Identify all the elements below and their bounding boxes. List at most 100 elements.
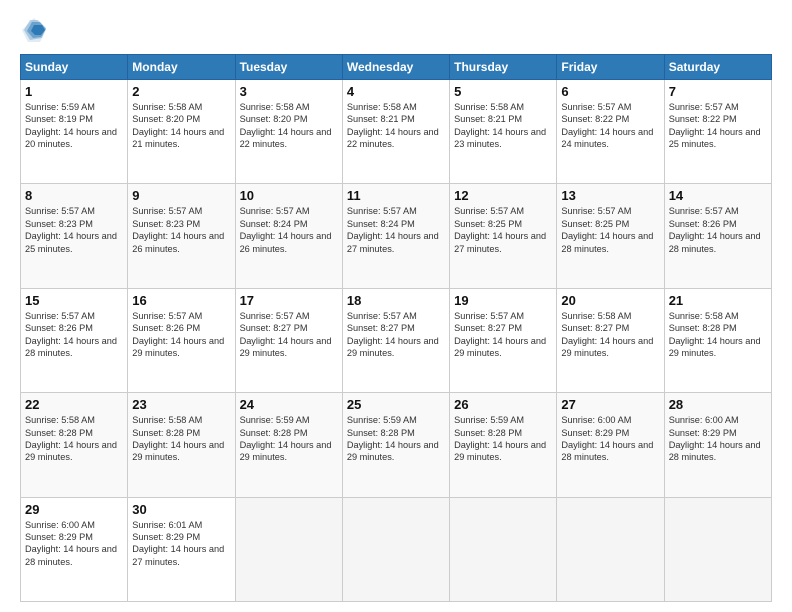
day-info: Sunrise: 5:57 AM Sunset: 8:27 PM Dayligh… bbox=[347, 310, 445, 360]
calendar-day-cell: 12 Sunrise: 5:57 AM Sunset: 8:25 PM Dayl… bbox=[450, 184, 557, 288]
calendar-day-cell: 29 Sunrise: 6:00 AM Sunset: 8:29 PM Dayl… bbox=[21, 497, 128, 601]
calendar-day-cell: 18 Sunrise: 5:57 AM Sunset: 8:27 PM Dayl… bbox=[342, 288, 449, 392]
calendar-day-cell: 6 Sunrise: 5:57 AM Sunset: 8:22 PM Dayli… bbox=[557, 80, 664, 184]
calendar-day-cell: 3 Sunrise: 5:58 AM Sunset: 8:20 PM Dayli… bbox=[235, 80, 342, 184]
calendar-week-row: 15 Sunrise: 5:57 AM Sunset: 8:26 PM Dayl… bbox=[21, 288, 772, 392]
calendar-day-cell bbox=[664, 497, 771, 601]
day-number: 20 bbox=[561, 293, 659, 308]
weekday-header: Wednesday bbox=[342, 55, 449, 80]
day-number: 11 bbox=[347, 188, 445, 203]
day-number: 2 bbox=[132, 84, 230, 99]
calendar-day-cell: 22 Sunrise: 5:58 AM Sunset: 8:28 PM Dayl… bbox=[21, 393, 128, 497]
calendar-day-cell: 10 Sunrise: 5:57 AM Sunset: 8:24 PM Dayl… bbox=[235, 184, 342, 288]
day-number: 17 bbox=[240, 293, 338, 308]
day-number: 9 bbox=[132, 188, 230, 203]
day-number: 1 bbox=[25, 84, 123, 99]
logo bbox=[20, 16, 52, 44]
day-number: 12 bbox=[454, 188, 552, 203]
calendar-day-cell bbox=[450, 497, 557, 601]
day-info: Sunrise: 5:58 AM Sunset: 8:20 PM Dayligh… bbox=[132, 101, 230, 151]
day-info: Sunrise: 5:58 AM Sunset: 8:21 PM Dayligh… bbox=[347, 101, 445, 151]
day-info: Sunrise: 5:57 AM Sunset: 8:23 PM Dayligh… bbox=[132, 205, 230, 255]
weekday-header: Saturday bbox=[664, 55, 771, 80]
header bbox=[20, 16, 772, 44]
calendar-day-cell: 19 Sunrise: 5:57 AM Sunset: 8:27 PM Dayl… bbox=[450, 288, 557, 392]
calendar-day-cell: 7 Sunrise: 5:57 AM Sunset: 8:22 PM Dayli… bbox=[664, 80, 771, 184]
day-info: Sunrise: 5:57 AM Sunset: 8:22 PM Dayligh… bbox=[669, 101, 767, 151]
day-number: 26 bbox=[454, 397, 552, 412]
day-info: Sunrise: 5:57 AM Sunset: 8:22 PM Dayligh… bbox=[561, 101, 659, 151]
day-number: 3 bbox=[240, 84, 338, 99]
day-number: 16 bbox=[132, 293, 230, 308]
day-number: 27 bbox=[561, 397, 659, 412]
calendar-day-cell bbox=[342, 497, 449, 601]
calendar-day-cell: 14 Sunrise: 5:57 AM Sunset: 8:26 PM Dayl… bbox=[664, 184, 771, 288]
day-info: Sunrise: 6:00 AM Sunset: 8:29 PM Dayligh… bbox=[25, 519, 123, 569]
calendar-day-cell: 17 Sunrise: 5:57 AM Sunset: 8:27 PM Dayl… bbox=[235, 288, 342, 392]
day-number: 5 bbox=[454, 84, 552, 99]
day-number: 22 bbox=[25, 397, 123, 412]
weekday-header: Tuesday bbox=[235, 55, 342, 80]
day-info: Sunrise: 5:59 AM Sunset: 8:28 PM Dayligh… bbox=[454, 414, 552, 464]
day-info: Sunrise: 5:58 AM Sunset: 8:28 PM Dayligh… bbox=[25, 414, 123, 464]
day-number: 6 bbox=[561, 84, 659, 99]
day-info: Sunrise: 6:01 AM Sunset: 8:29 PM Dayligh… bbox=[132, 519, 230, 569]
day-number: 29 bbox=[25, 502, 123, 517]
day-number: 7 bbox=[669, 84, 767, 99]
day-info: Sunrise: 6:00 AM Sunset: 8:29 PM Dayligh… bbox=[561, 414, 659, 464]
day-number: 25 bbox=[347, 397, 445, 412]
day-number: 21 bbox=[669, 293, 767, 308]
day-info: Sunrise: 6:00 AM Sunset: 8:29 PM Dayligh… bbox=[669, 414, 767, 464]
day-info: Sunrise: 5:57 AM Sunset: 8:23 PM Dayligh… bbox=[25, 205, 123, 255]
calendar-day-cell bbox=[557, 497, 664, 601]
calendar-day-cell: 13 Sunrise: 5:57 AM Sunset: 8:25 PM Dayl… bbox=[557, 184, 664, 288]
calendar-day-cell: 9 Sunrise: 5:57 AM Sunset: 8:23 PM Dayli… bbox=[128, 184, 235, 288]
calendar-week-row: 1 Sunrise: 5:59 AM Sunset: 8:19 PM Dayli… bbox=[21, 80, 772, 184]
calendar-day-cell: 1 Sunrise: 5:59 AM Sunset: 8:19 PM Dayli… bbox=[21, 80, 128, 184]
calendar-day-cell: 5 Sunrise: 5:58 AM Sunset: 8:21 PM Dayli… bbox=[450, 80, 557, 184]
day-info: Sunrise: 5:57 AM Sunset: 8:26 PM Dayligh… bbox=[132, 310, 230, 360]
weekday-header: Sunday bbox=[21, 55, 128, 80]
calendar-day-cell: 8 Sunrise: 5:57 AM Sunset: 8:23 PM Dayli… bbox=[21, 184, 128, 288]
weekday-header: Monday bbox=[128, 55, 235, 80]
weekday-header: Friday bbox=[557, 55, 664, 80]
day-info: Sunrise: 5:57 AM Sunset: 8:25 PM Dayligh… bbox=[561, 205, 659, 255]
day-info: Sunrise: 5:59 AM Sunset: 8:28 PM Dayligh… bbox=[240, 414, 338, 464]
day-number: 8 bbox=[25, 188, 123, 203]
calendar-day-cell bbox=[235, 497, 342, 601]
day-number: 18 bbox=[347, 293, 445, 308]
day-info: Sunrise: 5:58 AM Sunset: 8:28 PM Dayligh… bbox=[669, 310, 767, 360]
day-info: Sunrise: 5:59 AM Sunset: 8:28 PM Dayligh… bbox=[347, 414, 445, 464]
day-info: Sunrise: 5:57 AM Sunset: 8:24 PM Dayligh… bbox=[347, 205, 445, 255]
calendar-day-cell: 30 Sunrise: 6:01 AM Sunset: 8:29 PM Dayl… bbox=[128, 497, 235, 601]
day-number: 30 bbox=[132, 502, 230, 517]
calendar-week-row: 8 Sunrise: 5:57 AM Sunset: 8:23 PM Dayli… bbox=[21, 184, 772, 288]
calendar-day-cell: 28 Sunrise: 6:00 AM Sunset: 8:29 PM Dayl… bbox=[664, 393, 771, 497]
calendar-day-cell: 4 Sunrise: 5:58 AM Sunset: 8:21 PM Dayli… bbox=[342, 80, 449, 184]
day-number: 19 bbox=[454, 293, 552, 308]
calendar-day-cell: 25 Sunrise: 5:59 AM Sunset: 8:28 PM Dayl… bbox=[342, 393, 449, 497]
day-info: Sunrise: 5:57 AM Sunset: 8:24 PM Dayligh… bbox=[240, 205, 338, 255]
calendar-week-row: 29 Sunrise: 6:00 AM Sunset: 8:29 PM Dayl… bbox=[21, 497, 772, 601]
calendar-day-cell: 2 Sunrise: 5:58 AM Sunset: 8:20 PM Dayli… bbox=[128, 80, 235, 184]
day-info: Sunrise: 5:58 AM Sunset: 8:20 PM Dayligh… bbox=[240, 101, 338, 151]
day-number: 28 bbox=[669, 397, 767, 412]
calendar-day-cell: 15 Sunrise: 5:57 AM Sunset: 8:26 PM Dayl… bbox=[21, 288, 128, 392]
day-number: 13 bbox=[561, 188, 659, 203]
day-info: Sunrise: 5:59 AM Sunset: 8:19 PM Dayligh… bbox=[25, 101, 123, 151]
day-number: 10 bbox=[240, 188, 338, 203]
day-number: 4 bbox=[347, 84, 445, 99]
calendar-table: SundayMondayTuesdayWednesdayThursdayFrid… bbox=[20, 54, 772, 602]
calendar-day-cell: 27 Sunrise: 6:00 AM Sunset: 8:29 PM Dayl… bbox=[557, 393, 664, 497]
day-info: Sunrise: 5:57 AM Sunset: 8:27 PM Dayligh… bbox=[454, 310, 552, 360]
day-info: Sunrise: 5:58 AM Sunset: 8:21 PM Dayligh… bbox=[454, 101, 552, 151]
day-info: Sunrise: 5:57 AM Sunset: 8:27 PM Dayligh… bbox=[240, 310, 338, 360]
page: SundayMondayTuesdayWednesdayThursdayFrid… bbox=[0, 0, 792, 612]
calendar-day-cell: 16 Sunrise: 5:57 AM Sunset: 8:26 PM Dayl… bbox=[128, 288, 235, 392]
day-number: 15 bbox=[25, 293, 123, 308]
day-info: Sunrise: 5:58 AM Sunset: 8:27 PM Dayligh… bbox=[561, 310, 659, 360]
calendar-day-cell: 26 Sunrise: 5:59 AM Sunset: 8:28 PM Dayl… bbox=[450, 393, 557, 497]
calendar-header-row: SundayMondayTuesdayWednesdayThursdayFrid… bbox=[21, 55, 772, 80]
calendar-day-cell: 11 Sunrise: 5:57 AM Sunset: 8:24 PM Dayl… bbox=[342, 184, 449, 288]
day-number: 23 bbox=[132, 397, 230, 412]
